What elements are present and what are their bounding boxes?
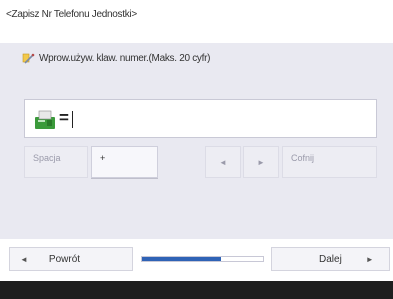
next-button-label: Dalej (319, 253, 342, 265)
progress-bar (141, 256, 264, 262)
back-arrow-icon: ◄ (20, 254, 28, 264)
text-caret (72, 111, 73, 128)
space-key[interactable]: Spacja (24, 146, 88, 178)
fax-icon (35, 110, 55, 129)
pencil-icon (22, 53, 35, 64)
next-arrow-icon: ► (365, 254, 374, 264)
left-arrow-icon: ◄ (219, 158, 227, 167)
status-bar (0, 281, 393, 299)
instruction-text: Wprow.używ. klaw. numer.(Maks. 20 cyfr) (39, 53, 211, 64)
number-input[interactable]: = (24, 99, 377, 138)
cursor-left-button[interactable]: ◄ (205, 146, 241, 178)
instruction-row: Wprow.używ. klaw. numer.(Maks. 20 cyfr) (22, 52, 210, 65)
entry-panel (0, 43, 393, 239)
back-button-label: Powrót (48, 253, 81, 265)
next-button[interactable]: Dalej ► (271, 247, 390, 271)
progress-fill (142, 257, 221, 261)
plus-key[interactable]: + (91, 146, 158, 178)
backspace-key[interactable]: Cofnij (282, 146, 377, 178)
right-arrow-icon: ► (257, 158, 265, 167)
back-button[interactable]: ◄ Powrót (9, 247, 133, 271)
cursor-right-button[interactable]: ► (243, 146, 279, 178)
page-title: <Zapisz Nr Telefonu Jednostki> (6, 9, 137, 20)
number-prefix: = (59, 108, 69, 127)
